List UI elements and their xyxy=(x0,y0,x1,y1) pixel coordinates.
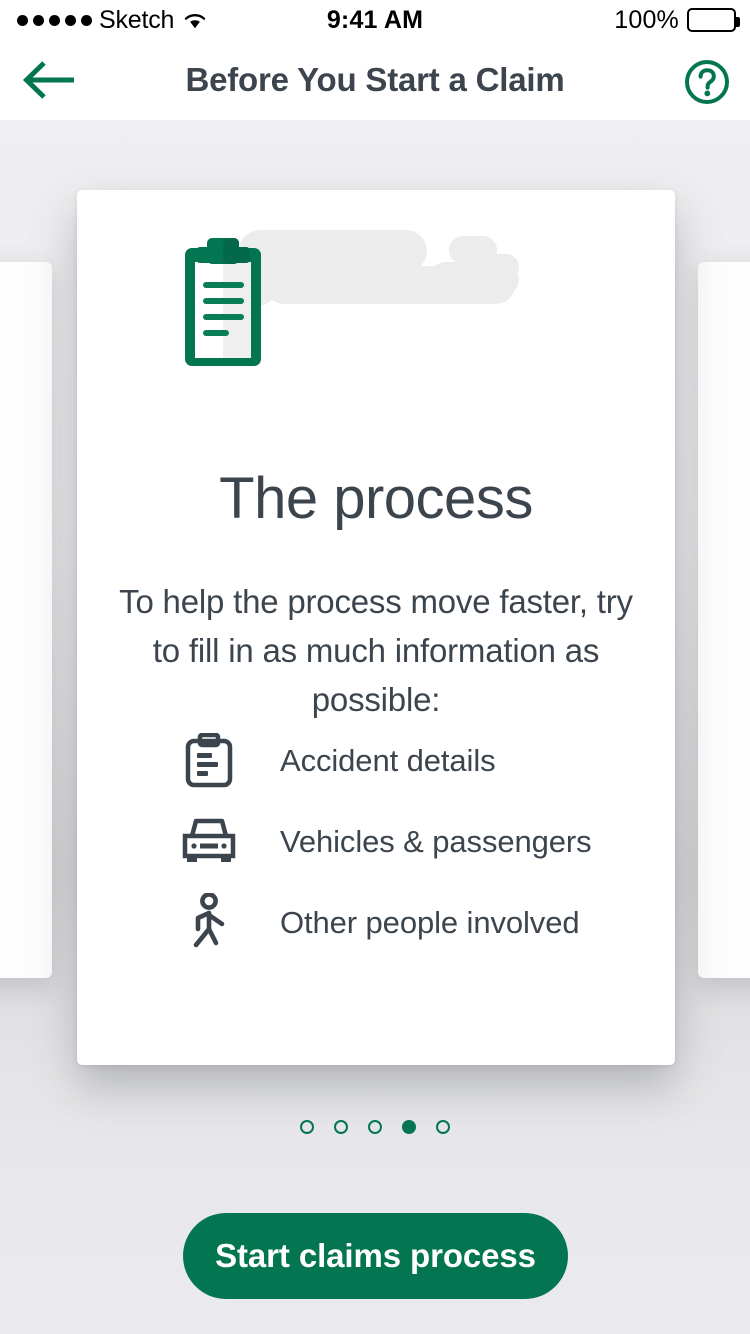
car-front-icon xyxy=(180,813,238,871)
carousel-card-active[interactable]: The process To help the process move fas… xyxy=(77,190,675,1065)
list-item-label: Other people involved xyxy=(280,905,580,940)
status-bar: Sketch 9:41 AM 100% xyxy=(0,0,750,40)
card-body-text: To help the process move faster, try to … xyxy=(119,583,633,718)
list-item: Vehicles & passengers xyxy=(180,813,650,871)
clipboard-icon xyxy=(180,732,238,790)
pagination-dot-3[interactable] xyxy=(368,1120,382,1134)
battery-percent-label: 100% xyxy=(614,5,679,34)
card-title: The process xyxy=(219,466,533,531)
carousel-area[interactable]: The process To help the process move fas… xyxy=(0,120,750,1334)
pedestrian-icon xyxy=(180,893,238,952)
cloud-shapes xyxy=(217,230,519,306)
status-bar-right: 100% xyxy=(614,0,740,40)
pagination-dot-4[interactable] xyxy=(402,1120,416,1134)
list-item-label: Accident details xyxy=(280,743,496,778)
battery-full-icon xyxy=(687,8,740,32)
carousel-peek-card-previous[interactable] xyxy=(0,262,52,978)
carousel-peek-card-next[interactable] xyxy=(698,262,750,978)
page-title: Before You Start a Claim xyxy=(185,61,565,98)
pagination-dot-2[interactable] xyxy=(334,1120,348,1134)
list-item: Other people involved xyxy=(180,893,650,952)
feature-list: Accident details Vehicles & passengers O… xyxy=(180,732,650,975)
question-mark-circle-icon xyxy=(685,60,729,104)
help-button[interactable] xyxy=(684,59,730,105)
list-item: Accident details xyxy=(180,732,650,790)
clipboard-illustration xyxy=(185,230,519,366)
pagination-dot-1[interactable] xyxy=(300,1120,314,1134)
start-claims-process-button[interactable]: Start claims process xyxy=(183,1213,568,1299)
nav-bar: Before You Start a Claim xyxy=(0,40,750,120)
clipboard-graphic xyxy=(185,238,261,366)
carousel-pagination xyxy=(0,1120,750,1134)
app-screen: Sketch 9:41 AM 100% Before You Start a C… xyxy=(0,0,750,1334)
list-item-label: Vehicles & passengers xyxy=(280,824,592,859)
pagination-dot-5[interactable] xyxy=(436,1120,450,1134)
